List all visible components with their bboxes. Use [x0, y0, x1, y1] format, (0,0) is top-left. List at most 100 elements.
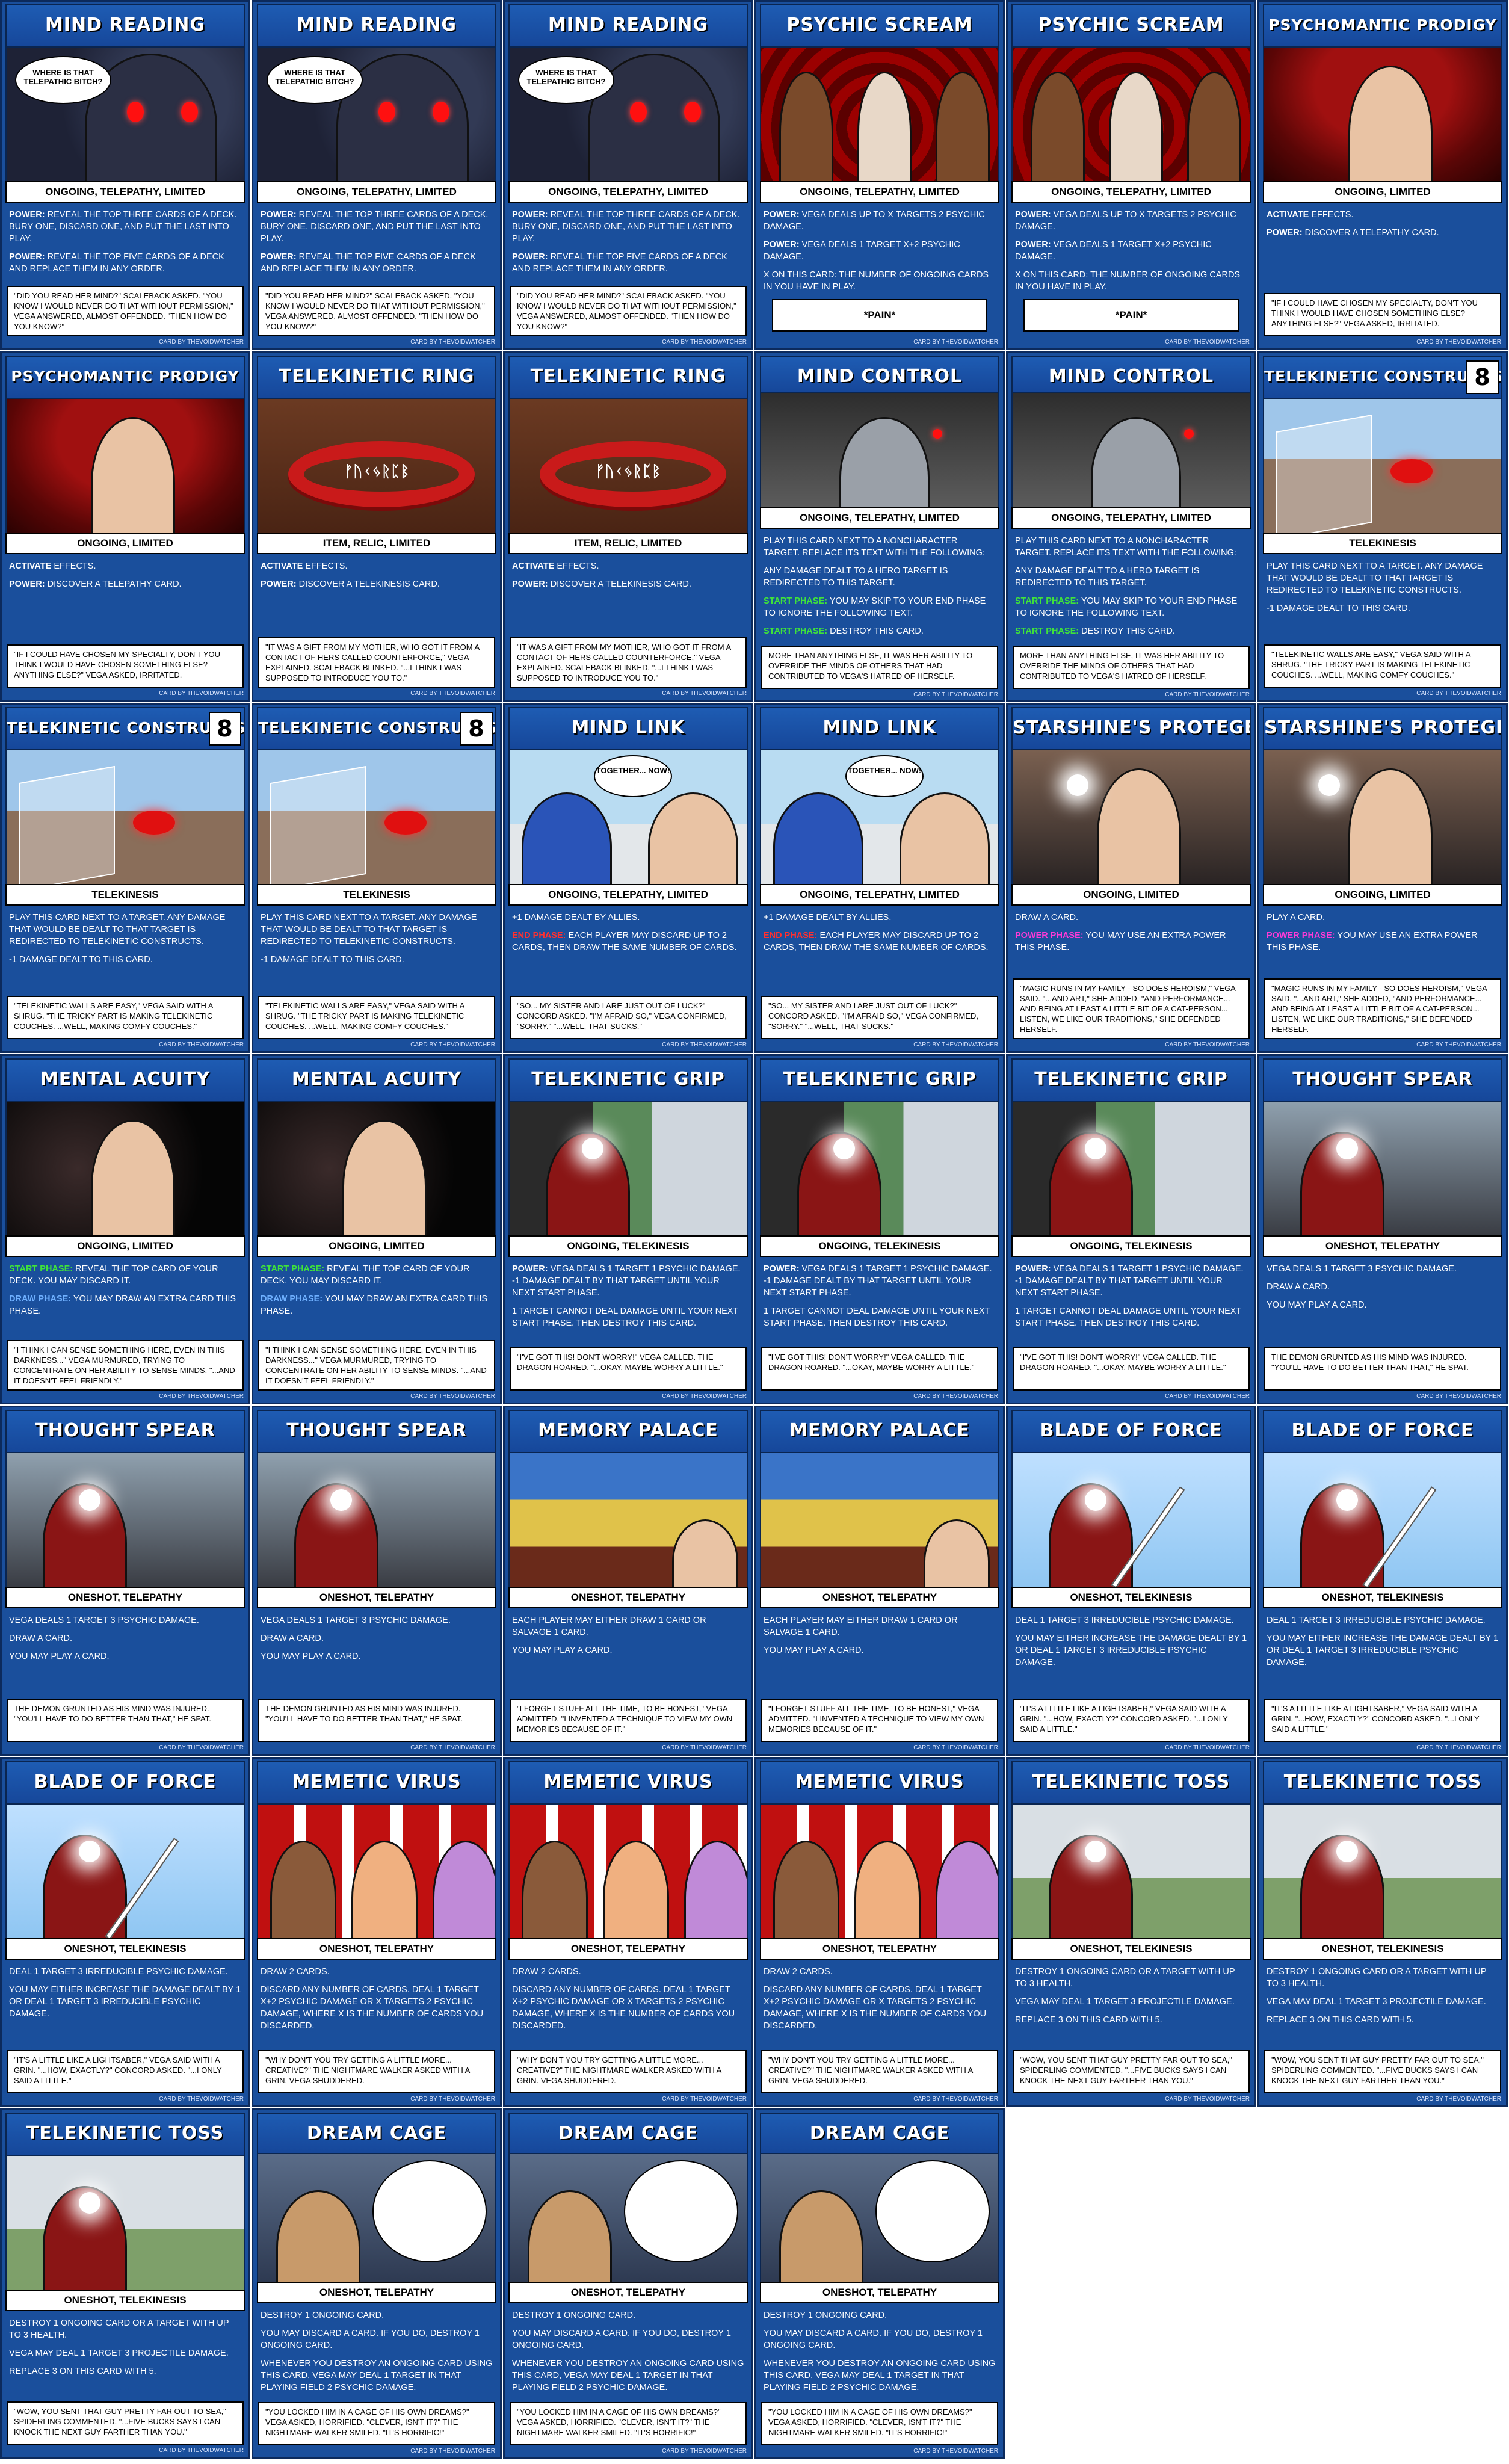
- game-card[interactable]: BLADE OF FORCE ONESHOT, TELEKINESIS DEAL 1…: [1258, 1406, 1508, 1756]
- game-card[interactable]: DREAM CAGE ONESHOT, TELEPATHY DESTROY 1 ON…: [503, 2108, 753, 2459]
- game-card[interactable]: MIND CONTROL ONGOING, TELEPATHY, LIMITED P…: [754, 351, 1005, 702]
- glow-icon: [833, 1138, 855, 1159]
- game-card[interactable]: TELEKINETIC GRIP ONGOING, TELEKINESIS POWE…: [754, 1054, 1005, 1404]
- card-credit: CARD BY THEVOIDWATCHER: [159, 690, 244, 697]
- game-card[interactable]: THOUGHT SPEAR ONESHOT, TELEPATHY VEGA DEAL…: [1258, 1054, 1508, 1404]
- card-art: [1263, 48, 1502, 181]
- game-card[interactable]: TELEKINETIC CONSTRUCTS 8 TELEKINESIS PLAY T…: [252, 703, 502, 1053]
- dream-bubble: [372, 2160, 487, 2262]
- rules-label: POWER:: [9, 579, 45, 589]
- rules-line: YOU MAY DISCARD A CARD. IF YOU DO, DESTR…: [512, 2327, 744, 2351]
- card-title: MENTAL ACUITY: [257, 1058, 496, 1102]
- game-card[interactable]: PSYCHOMANTIC PRODIGY ONGOING, LIMITED ACTI…: [0, 351, 250, 702]
- rules-text: EACH PLAYER MAY EITHER DRAW 1 CARD OR SA…: [512, 1616, 706, 1637]
- game-card[interactable]: MIND READING WHERE IS THAT TELEPATHIC BIT…: [503, 0, 753, 350]
- card-credit: CARD BY THEVOIDWATCHER: [913, 339, 998, 345]
- game-card[interactable]: DREAM CAGE ONESHOT, TELEPATHY DESTROY 1 ON…: [252, 2108, 502, 2459]
- game-card[interactable]: TELEKINETIC CONSTRUCTS 8 TELEKINESIS PLAY T…: [1258, 351, 1508, 702]
- card-rules-text: PLAY THIS CARD NEXT TO A TARGET. ANY DAM…: [1259, 554, 1506, 644]
- card-credit: CARD BY THEVOIDWATCHER: [913, 691, 998, 699]
- rules-line: POWER: DISCOVER A TELEPATHY CARD.: [9, 578, 241, 590]
- rules-text: DESTROY 1 ONGOING CARD OR A TARGET WITH …: [1015, 1967, 1235, 1989]
- card-credit: CARD BY THEVOIDWATCHER: [913, 1744, 998, 1751]
- game-card[interactable]: TELEKINETIC CONSTRUCTS 8 TELEKINESIS PLAY T…: [0, 703, 250, 1053]
- card-art: [5, 2156, 245, 2290]
- game-card[interactable]: MIND CONTROL ONGOING, TELEPATHY, LIMITED P…: [1006, 351, 1256, 702]
- game-card[interactable]: STARSHINE'S PROTEGE ONGOING, LIMITED PLAY …: [1258, 703, 1508, 1053]
- card-art: [257, 750, 496, 884]
- game-card[interactable]: PSYCHOMANTIC PRODIGY ONGOING, LIMITED ACTI…: [1258, 0, 1508, 350]
- card-keywords: ONESHOT, TELEKINESIS: [5, 1938, 245, 1960]
- game-card[interactable]: STARSHINE'S PROTEGE ONGOING, LIMITED DRAW …: [1006, 703, 1256, 1053]
- card-keywords: ONESHOT, TELEPATHY: [508, 1938, 748, 1960]
- rules-text: ANY DAMAGE DEALT TO A HERO TARGET IS RED…: [764, 566, 948, 588]
- rules-line: VEGA DEALS 1 TARGET 3 PSYCHIC DAMAGE.: [9, 1614, 241, 1626]
- game-card[interactable]: TELEKINETIC RING ᚠᚢᚲᛃᚱᛈᛒ ITEM, RELIC, LIMI…: [503, 351, 753, 702]
- red-eye-icon: [684, 102, 701, 122]
- card-rules-text: EACH PLAYER MAY EITHER DRAW 1 CARD OR SA…: [505, 1608, 751, 1699]
- game-card[interactable]: TELEKINETIC TOSS ONESHOT, TELEKINESIS DEST…: [1258, 1757, 1508, 2107]
- game-card[interactable]: MEMORY PALACE ONESHOT, TELEPATHY EACH PLAY…: [754, 1406, 1005, 1756]
- game-card[interactable]: MIND LINK TOGETHER... NOW! ONGOING, TELEPA…: [754, 703, 1005, 1053]
- rules-line: POWER: DISCOVER A TELEKINESIS CARD.: [512, 578, 744, 590]
- game-card[interactable]: TELEKINETIC TOSS ONESHOT, TELEKINESIS DEST…: [1006, 1757, 1256, 2107]
- card-rules-text: DESTROY 1 ONGOING CARD OR A TARGET WITH …: [1259, 1960, 1506, 2050]
- game-card[interactable]: MIND LINK TOGETHER... NOW! ONGOING, TELEPA…: [503, 703, 753, 1053]
- flavor-text: MORE THAN ANYTHING ELSE, IT WAS HER ABIL…: [1013, 646, 1250, 690]
- game-card[interactable]: THOUGHT SPEAR ONESHOT, TELEPATHY VEGA DEAL…: [0, 1406, 250, 1756]
- rules-text: DISCARD ANY NUMBER OF CARDS. DEAL 1 TARG…: [261, 1985, 484, 2031]
- card-art: [760, 1453, 999, 1587]
- glow-icon: [1067, 774, 1088, 796]
- rules-text: YOU MAY PLAY A CARD.: [261, 1652, 361, 1661]
- rules-line: START PHASE: DESTROY THIS CARD.: [1015, 625, 1247, 637]
- game-card[interactable]: DREAM CAGE ONESHOT, TELEPATHY DESTROY 1 ON…: [754, 2108, 1005, 2459]
- infected-person: [522, 1841, 588, 1938]
- rules-label: POWER:: [1267, 228, 1303, 238]
- card-credit: CARD BY THEVOIDWATCHER: [159, 1042, 244, 1048]
- game-card[interactable]: BLADE OF FORCE ONESHOT, TELEKINESIS DEAL 1…: [0, 1757, 250, 2107]
- card-rules-text: POWER: VEGA DEALS UP TO X TARGETS 2 PSYC…: [1008, 203, 1254, 339]
- game-card[interactable]: TELEKINETIC TOSS ONESHOT, TELEKINESIS DEST…: [0, 2108, 250, 2459]
- rules-label: START PHASE:: [764, 626, 828, 637]
- game-card[interactable]: MIND READING WHERE IS THAT TELEPATHIC BIT…: [0, 0, 250, 350]
- game-card[interactable]: MENTAL ACUITY ONGOING, LIMITED START PHASE…: [252, 1054, 502, 1404]
- game-card[interactable]: MEMORY PALACE ONESHOT, TELEPATHY EACH PLAY…: [503, 1406, 753, 1756]
- rules-line: DEAL 1 TARGET 3 IRREDUCIBLE PSYCHIC DAMA…: [1267, 1614, 1499, 1626]
- card-rules-text: DESTROY 1 ONGOING CARD OR A TARGET WITH …: [1008, 1960, 1254, 2050]
- card-rules-text: POWER: VEGA DEALS UP TO X TARGETS 2 PSYC…: [756, 203, 1003, 339]
- game-card[interactable]: BLADE OF FORCE ONESHOT, TELEKINESIS DEAL 1…: [1006, 1406, 1256, 1756]
- game-card[interactable]: TELEKINETIC RING ᚠᚢᚲᛃᚱᛈᛒ ITEM, RELIC, LIMI…: [252, 351, 502, 702]
- rune-text: ᚠᚢᚲᛃᚱᛈᛒ: [595, 462, 661, 480]
- card-title-text: TELEKINETIC TOSS: [1032, 1771, 1230, 1792]
- flavor-text: "TELEKINETIC WALLS ARE EASY," VEGA SAID …: [1264, 644, 1501, 688]
- card-title: MIND READING: [5, 4, 245, 48]
- rules-line: DRAW A CARD.: [261, 1632, 493, 1644]
- card-rules-text: ACTIVATE EFFECTS. POWER: DISCOVER A TELEP…: [2, 554, 248, 644]
- dreamer-figure: [528, 2190, 612, 2282]
- rules-text: -1 DAMAGE DEALT TO THIS CARD.: [261, 955, 404, 965]
- game-card[interactable]: MEMETIC VIRUS ONESHOT, TELEPATHY DRAW 2 CA…: [252, 1757, 502, 2107]
- glow-icon: [1085, 1138, 1106, 1159]
- game-card[interactable]: MEMETIC VIRUS ONESHOT, TELEPATHY DRAW 2 CA…: [503, 1757, 753, 2107]
- glow-icon: [1085, 1841, 1106, 1862]
- card-art: TOGETHER... NOW!: [508, 750, 748, 884]
- game-card[interactable]: PSYCHIC SCREAM ONGOING, TELEPATHY, LIMITE…: [754, 0, 1005, 350]
- card-keywords: ONESHOT, TELEPATHY: [508, 1587, 748, 1608]
- game-card[interactable]: MENTAL ACUITY ONGOING, LIMITED START PHASE…: [0, 1054, 250, 1404]
- card-art: [5, 399, 245, 533]
- card-title-text: STARSHINE'S PROTEGE: [1264, 717, 1502, 738]
- rules-line: POWER: VEGA DEALS UP TO X TARGETS 2 PSYC…: [764, 209, 996, 233]
- rules-line: REPLACE 3 ON THIS CARD WITH 5.: [1015, 2014, 1247, 2026]
- rules-text: ANY DAMAGE DEALT TO A HERO TARGET IS RED…: [1015, 566, 1200, 588]
- game-card[interactable]: PSYCHIC SCREAM ONGOING, TELEPATHY, LIMITE…: [1006, 0, 1256, 350]
- game-card[interactable]: MIND READING WHERE IS THAT TELEPATHIC BIT…: [252, 0, 502, 350]
- rules-label: POWER PHASE:: [1267, 931, 1335, 940]
- rules-line: YOU MAY EITHER INCREASE THE DAMAGE DEALT…: [1267, 1632, 1499, 1669]
- game-card[interactable]: TELEKINETIC GRIP ONGOING, TELEKINESIS POWE…: [503, 1054, 753, 1404]
- game-card[interactable]: TELEKINETIC GRIP ONGOING, TELEKINESIS POWE…: [1006, 1054, 1256, 1404]
- rules-text: DRAW A CARD.: [9, 1634, 73, 1643]
- game-card[interactable]: THOUGHT SPEAR ONESHOT, TELEPATHY VEGA DEAL…: [252, 1406, 502, 1756]
- card-keywords: ONGOING, LIMITED: [1263, 884, 1502, 906]
- vega-figure: [91, 1120, 175, 1235]
- game-card[interactable]: MEMETIC VIRUS ONESHOT, TELEPATHY DRAW 2 CA…: [754, 1757, 1005, 2107]
